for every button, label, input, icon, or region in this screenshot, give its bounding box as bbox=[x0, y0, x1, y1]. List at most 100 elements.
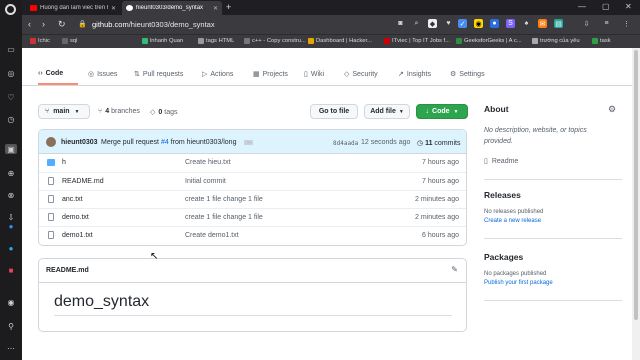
shield-ext-icon[interactable]: ◆ bbox=[428, 19, 437, 28]
ublock-ext-icon[interactable]: ● bbox=[490, 19, 499, 28]
tab-actions[interactable]: ▷ Actions bbox=[202, 70, 233, 79]
create-release-link[interactable]: Create a new release bbox=[484, 218, 541, 224]
translate-ext-icon[interactable]: ✓ bbox=[458, 19, 467, 28]
back-icon[interactable]: ‹ bbox=[28, 19, 31, 29]
edit-pencil-icon[interactable]: ✎ bbox=[451, 265, 458, 274]
url-field[interactable]: github.com/hieunt0303/demo_syntax bbox=[92, 20, 215, 29]
camera-icon[interactable]: ◙ bbox=[396, 19, 405, 28]
commit-message[interactable]: Merge pull request #4 from hieunt0303/lo… bbox=[101, 139, 236, 146]
heart-icon[interactable]: ♥ bbox=[444, 19, 453, 28]
tab-wiki[interactable]: ▯ Wiki bbox=[304, 70, 324, 79]
more-icon[interactable]: ⋯ bbox=[5, 343, 17, 353]
player-icon[interactable]: ◉ bbox=[5, 297, 17, 307]
mail-ext-icon[interactable]: ✉ bbox=[538, 19, 547, 28]
branch-select[interactable]: ⑂ main ▼ bbox=[38, 104, 90, 119]
publish-package-link[interactable]: Publish your first package bbox=[484, 280, 553, 286]
bookmark-item[interactable]: c++ - Copy constru... bbox=[244, 38, 306, 44]
reload-icon[interactable]: ↻ bbox=[58, 19, 66, 30]
bookmark-item[interactable]: ITviec | Top IT Jobs f... bbox=[384, 38, 450, 44]
commit-author[interactable]: hieunt0303 bbox=[61, 139, 98, 146]
speed-dial-icon[interactable]: ▭ bbox=[5, 44, 17, 54]
tab-security[interactable]: ◇ Security bbox=[344, 70, 378, 79]
commit-expand-button[interactable]: ... bbox=[244, 140, 253, 145]
table-row[interactable]: demo1.txt Create demo1.txt 6 hours ago bbox=[39, 226, 466, 244]
file-name[interactable]: h bbox=[62, 159, 66, 166]
file-commit-message[interactable]: create 1 file change 1 file bbox=[185, 196, 263, 203]
sticky-ext-icon[interactable]: ◉ bbox=[474, 19, 483, 28]
download-icon[interactable]: ⇩ bbox=[582, 19, 591, 28]
commit-pr-link[interactable]: #4 bbox=[161, 139, 169, 146]
messenger-icon[interactable]: ● bbox=[5, 221, 17, 231]
releases-title[interactable]: Releases bbox=[484, 190, 521, 200]
go-to-file-button[interactable]: Go to file bbox=[310, 104, 358, 119]
window-close-icon[interactable]: ✕ bbox=[625, 2, 632, 11]
easy-setup-icon[interactable]: ≡ bbox=[602, 19, 611, 28]
active-sidebar-icon[interactable]: ▣ bbox=[5, 144, 17, 154]
bookmark-item[interactable]: sql bbox=[62, 38, 77, 44]
file-icon bbox=[48, 177, 54, 185]
table-row[interactable]: README.md Initial commit 7 hours ago bbox=[39, 172, 466, 190]
pinboard-icon[interactable]: ⚲ bbox=[5, 321, 17, 331]
file-commit-message[interactable]: Create demo1.txt bbox=[185, 232, 239, 239]
instagram-icon[interactable]: ■ bbox=[5, 265, 17, 275]
bookmark-favicon-icon bbox=[142, 38, 148, 44]
gear-icon[interactable]: ⚙ bbox=[608, 104, 616, 115]
file-commit-message[interactable]: Create hieu.txt bbox=[185, 159, 231, 166]
file-commit-message[interactable]: Initial commit bbox=[185, 178, 226, 185]
bookmark-item[interactable]: lnhanh Quan bbox=[142, 38, 183, 44]
table-row[interactable]: anc.txt create 1 file change 1 file 2 mi… bbox=[39, 190, 466, 208]
divider bbox=[54, 315, 452, 316]
commits-link[interactable]: ◷ 11 commits bbox=[417, 139, 460, 147]
tab-issues[interactable]: ◎ Issues bbox=[88, 70, 117, 79]
table-row[interactable]: h Create hieu.txt 7 hours ago bbox=[39, 154, 466, 172]
settings-icon[interactable]: ⊗ bbox=[5, 190, 17, 200]
news-icon[interactable]: ◎ bbox=[5, 68, 17, 78]
search-icon[interactable]: ⌕ bbox=[412, 19, 421, 28]
bookmark-item[interactable]: Ichic bbox=[30, 38, 50, 44]
avatar[interactable] bbox=[46, 137, 56, 147]
minimize-icon[interactable]: — bbox=[578, 2, 586, 11]
bookmark-item[interactable]: GeeksforGeeks | A c... bbox=[456, 38, 522, 44]
table-row[interactable]: demo.txt create 1 file change 1 file 2 m… bbox=[39, 208, 466, 226]
opera-logo-icon[interactable] bbox=[5, 4, 16, 15]
toolbar-ext-icon[interactable]: ♠ bbox=[522, 19, 531, 28]
tab-github[interactable]: hieunt0303/demo_syntax ✕ bbox=[122, 1, 222, 15]
bookmark-item[interactable]: trường của yêu bbox=[532, 38, 580, 44]
tab-code[interactable]: ‹› Code bbox=[38, 70, 63, 77]
bookmarks-icon[interactable]: ♡ bbox=[5, 92, 17, 102]
file-name[interactable]: README.md bbox=[62, 178, 104, 185]
extension-ext-icon[interactable]: S bbox=[506, 19, 515, 28]
tab-insights[interactable]: ↗ Insights bbox=[398, 70, 431, 79]
add-file-button[interactable]: Add file ▼ bbox=[364, 104, 410, 119]
close-icon[interactable]: ✕ bbox=[213, 5, 218, 12]
new-tab-icon[interactable]: + bbox=[226, 2, 231, 12]
file-name[interactable]: demo1.txt bbox=[62, 232, 93, 239]
tab-youtube[interactable]: Huong dan lam viec tren h ✕ bbox=[26, 1, 120, 15]
bookmark-item[interactable]: Dashboard | Hacker... bbox=[308, 38, 372, 44]
readme-link[interactable]: ▯ Readme bbox=[484, 157, 518, 166]
tags-link[interactable]: ◇ 0 tags bbox=[150, 108, 178, 117]
maximize-icon[interactable]: ▢ bbox=[602, 2, 610, 11]
tab-settings[interactable]: ⚙ Settings bbox=[450, 70, 485, 79]
tab-projects[interactable]: ▦ Projects bbox=[253, 70, 288, 79]
file-commit-message[interactable]: create 1 file change 1 file bbox=[185, 214, 263, 221]
tab-pull-requests[interactable]: ⇅ Pull requests bbox=[134, 70, 183, 79]
bookmark-item[interactable]: tags HTML bbox=[198, 38, 234, 44]
branches-link[interactable]: ⑂ 4 branches bbox=[98, 108, 140, 115]
bookmark-item[interactable]: task bbox=[592, 38, 611, 44]
scrollbar-thumb[interactable] bbox=[634, 50, 638, 320]
commit-hash[interactable]: 8d4aada bbox=[333, 140, 358, 147]
menu-icon[interactable]: ⋮ bbox=[622, 19, 631, 28]
telegram-icon[interactable]: ● bbox=[5, 243, 17, 253]
history-icon[interactable]: ◷ bbox=[5, 114, 17, 124]
code-button[interactable]: ↓ Code ▼ bbox=[416, 104, 468, 119]
packages-title[interactable]: Packages bbox=[484, 252, 523, 262]
file-commit-time: 7 hours ago bbox=[422, 159, 459, 166]
page-scrollbar[interactable] bbox=[632, 48, 640, 360]
file-name[interactable]: anc.txt bbox=[62, 196, 83, 203]
extensions-icon[interactable]: ⊕ bbox=[5, 168, 17, 178]
close-icon[interactable]: ✕ bbox=[111, 5, 116, 12]
file-name[interactable]: demo.txt bbox=[62, 214, 89, 221]
wallet-ext-icon[interactable]: ▤ bbox=[554, 19, 563, 28]
forward-icon[interactable]: › bbox=[42, 19, 45, 29]
